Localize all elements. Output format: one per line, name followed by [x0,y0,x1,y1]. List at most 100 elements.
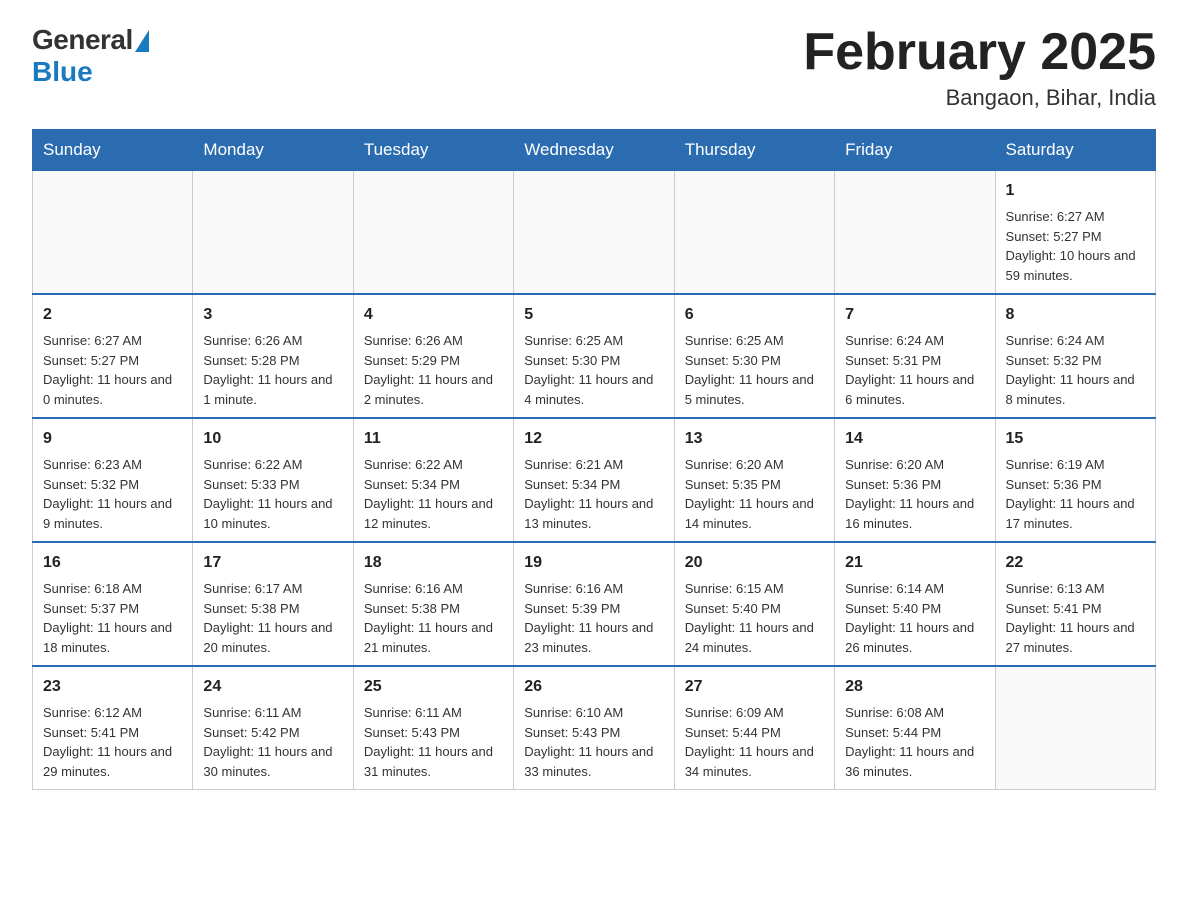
day-sun-info: Sunrise: 6:18 AM Sunset: 5:37 PM Dayligh… [43,579,182,657]
day-sun-info: Sunrise: 6:11 AM Sunset: 5:42 PM Dayligh… [203,703,342,781]
calendar-day-cell: 23Sunrise: 6:12 AM Sunset: 5:41 PM Dayli… [33,666,193,790]
day-number: 4 [364,303,503,327]
day-number: 18 [364,551,503,575]
day-sun-info: Sunrise: 6:26 AM Sunset: 5:28 PM Dayligh… [203,331,342,409]
calendar-day-cell: 13 Sunrise: 6:20 AM Sunset: 5:35 PM Dayli… [674,418,834,542]
day-number: 21 [845,551,984,575]
day-number: 5 [524,303,663,327]
day-number: 17 [203,551,342,575]
weekday-header-friday: Friday [835,130,995,171]
day-sun-info: Sunrise: 6:26 AM Sunset: 5:29 PM Dayligh… [364,331,503,409]
day-number: 11 [364,427,503,451]
logo-triangle-icon [135,30,149,52]
logo-blue-text: Blue [32,56,149,88]
calendar-day-cell [353,171,513,295]
day-sun-info: Sunrise: 6:24 AM Sunset: 5:31 PM Dayligh… [845,331,984,409]
calendar-location: Bangaon, Bihar, India [803,85,1156,111]
logo-general-text: General [32,24,133,56]
calendar-day-cell: 12 Sunrise: 6:21 AM Sunset: 5:34 PM Dayli… [514,418,674,542]
day-number: 15 [1006,427,1145,451]
weekday-header-saturday: Saturday [995,130,1155,171]
calendar-day-cell [193,171,353,295]
day-number: 16 [43,551,182,575]
day-sun-info: Sunrise: 6:11 AM Sunset: 5:43 PM Dayligh… [364,703,503,781]
calendar-day-cell: 28Sunrise: 6:08 AM Sunset: 5:44 PM Dayli… [835,666,995,790]
day-number: 9 [43,427,182,451]
calendar-week-row: 23Sunrise: 6:12 AM Sunset: 5:41 PM Dayli… [33,666,1156,790]
calendar-day-cell: 14Sunrise: 6:20 AM Sunset: 5:36 PM Dayli… [835,418,995,542]
calendar-day-cell [514,171,674,295]
day-sun-info: Sunrise: 6:17 AM Sunset: 5:38 PM Dayligh… [203,579,342,657]
calendar-day-cell [33,171,193,295]
calendar-day-cell: 5 Sunrise: 6:25 AM Sunset: 5:30 PM Daylig… [514,294,674,418]
day-number: 20 [685,551,824,575]
weekday-header-row: SundayMondayTuesdayWednesdayThursdayFrid… [33,130,1156,171]
day-number: 14 [845,427,984,451]
weekday-header-tuesday: Tuesday [353,130,513,171]
day-number: 23 [43,675,182,699]
calendar-day-cell: 9 Sunrise: 6:23 AM Sunset: 5:32 PM Daylig… [33,418,193,542]
day-number: 2 [43,303,182,327]
calendar-day-cell: 26 Sunrise: 6:10 AM Sunset: 5:43 PM Dayli… [514,666,674,790]
weekday-header-sunday: Sunday [33,130,193,171]
calendar-day-cell: 17 Sunrise: 6:17 AM Sunset: 5:38 PM Dayli… [193,542,353,666]
day-number: 27 [685,675,824,699]
calendar-day-cell [674,171,834,295]
day-number: 12 [524,427,663,451]
day-sun-info: Sunrise: 6:13 AM Sunset: 5:41 PM Dayligh… [1006,579,1145,657]
day-sun-info: Sunrise: 6:22 AM Sunset: 5:33 PM Dayligh… [203,455,342,533]
calendar-day-cell: 27Sunrise: 6:09 AM Sunset: 5:44 PM Dayli… [674,666,834,790]
weekday-header-monday: Monday [193,130,353,171]
calendar-day-cell: 8Sunrise: 6:24 AM Sunset: 5:32 PM Daylig… [995,294,1155,418]
day-sun-info: Sunrise: 6:27 AM Sunset: 5:27 PM Dayligh… [1006,207,1145,285]
calendar-day-cell: 4 Sunrise: 6:26 AM Sunset: 5:29 PM Daylig… [353,294,513,418]
calendar-day-cell [835,171,995,295]
day-number: 3 [203,303,342,327]
calendar-day-cell: 7 Sunrise: 6:24 AM Sunset: 5:31 PM Daylig… [835,294,995,418]
calendar-day-cell: 3 Sunrise: 6:26 AM Sunset: 5:28 PM Daylig… [193,294,353,418]
day-sun-info: Sunrise: 6:20 AM Sunset: 5:35 PM Dayligh… [685,455,824,533]
day-number: 13 [685,427,824,451]
day-sun-info: Sunrise: 6:25 AM Sunset: 5:30 PM Dayligh… [524,331,663,409]
calendar-table: SundayMondayTuesdayWednesdayThursdayFrid… [32,129,1156,790]
calendar-day-cell: 22 Sunrise: 6:13 AM Sunset: 5:41 PM Dayli… [995,542,1155,666]
day-sun-info: Sunrise: 6:23 AM Sunset: 5:32 PM Dayligh… [43,455,182,533]
weekday-header-thursday: Thursday [674,130,834,171]
calendar-day-cell: 1 Sunrise: 6:27 AM Sunset: 5:27 PM Daylig… [995,171,1155,295]
calendar-day-cell: 21Sunrise: 6:14 AM Sunset: 5:40 PM Dayli… [835,542,995,666]
calendar-day-cell: 24 Sunrise: 6:11 AM Sunset: 5:42 PM Dayli… [193,666,353,790]
day-sun-info: Sunrise: 6:15 AM Sunset: 5:40 PM Dayligh… [685,579,824,657]
day-number: 1 [1006,179,1145,203]
calendar-day-cell: 10 Sunrise: 6:22 AM Sunset: 5:33 PM Dayli… [193,418,353,542]
weekday-header-wednesday: Wednesday [514,130,674,171]
day-number: 28 [845,675,984,699]
calendar-day-cell [995,666,1155,790]
day-number: 7 [845,303,984,327]
calendar-day-cell: 6Sunrise: 6:25 AM Sunset: 5:30 PM Daylig… [674,294,834,418]
calendar-day-cell: 19Sunrise: 6:16 AM Sunset: 5:39 PM Dayli… [514,542,674,666]
day-number: 22 [1006,551,1145,575]
page-header: General Blue February 2025 Bangaon, Biha… [32,24,1156,111]
logo: General Blue [32,24,149,88]
calendar-day-cell: 11 Sunrise: 6:22 AM Sunset: 5:34 PM Dayli… [353,418,513,542]
day-sun-info: Sunrise: 6:10 AM Sunset: 5:43 PM Dayligh… [524,703,663,781]
calendar-day-cell: 25Sunrise: 6:11 AM Sunset: 5:43 PM Dayli… [353,666,513,790]
calendar-body: 1 Sunrise: 6:27 AM Sunset: 5:27 PM Daylig… [33,171,1156,790]
day-number: 26 [524,675,663,699]
day-number: 6 [685,303,824,327]
day-number: 10 [203,427,342,451]
calendar-week-row: 16 Sunrise: 6:18 AM Sunset: 5:37 PM Dayli… [33,542,1156,666]
day-number: 24 [203,675,342,699]
calendar-day-cell: 15 Sunrise: 6:19 AM Sunset: 5:36 PM Dayli… [995,418,1155,542]
day-sun-info: Sunrise: 6:21 AM Sunset: 5:34 PM Dayligh… [524,455,663,533]
day-sun-info: Sunrise: 6:19 AM Sunset: 5:36 PM Dayligh… [1006,455,1145,533]
title-block: February 2025 Bangaon, Bihar, India [803,24,1156,111]
calendar-day-cell: 16 Sunrise: 6:18 AM Sunset: 5:37 PM Dayli… [33,542,193,666]
day-sun-info: Sunrise: 6:27 AM Sunset: 5:27 PM Dayligh… [43,331,182,409]
calendar-day-cell: 18Sunrise: 6:16 AM Sunset: 5:38 PM Dayli… [353,542,513,666]
day-sun-info: Sunrise: 6:16 AM Sunset: 5:39 PM Dayligh… [524,579,663,657]
calendar-day-cell: 20 Sunrise: 6:15 AM Sunset: 5:40 PM Dayli… [674,542,834,666]
calendar-week-row: 2 Sunrise: 6:27 AM Sunset: 5:27 PM Daylig… [33,294,1156,418]
calendar-week-row: 9 Sunrise: 6:23 AM Sunset: 5:32 PM Daylig… [33,418,1156,542]
day-sun-info: Sunrise: 6:22 AM Sunset: 5:34 PM Dayligh… [364,455,503,533]
